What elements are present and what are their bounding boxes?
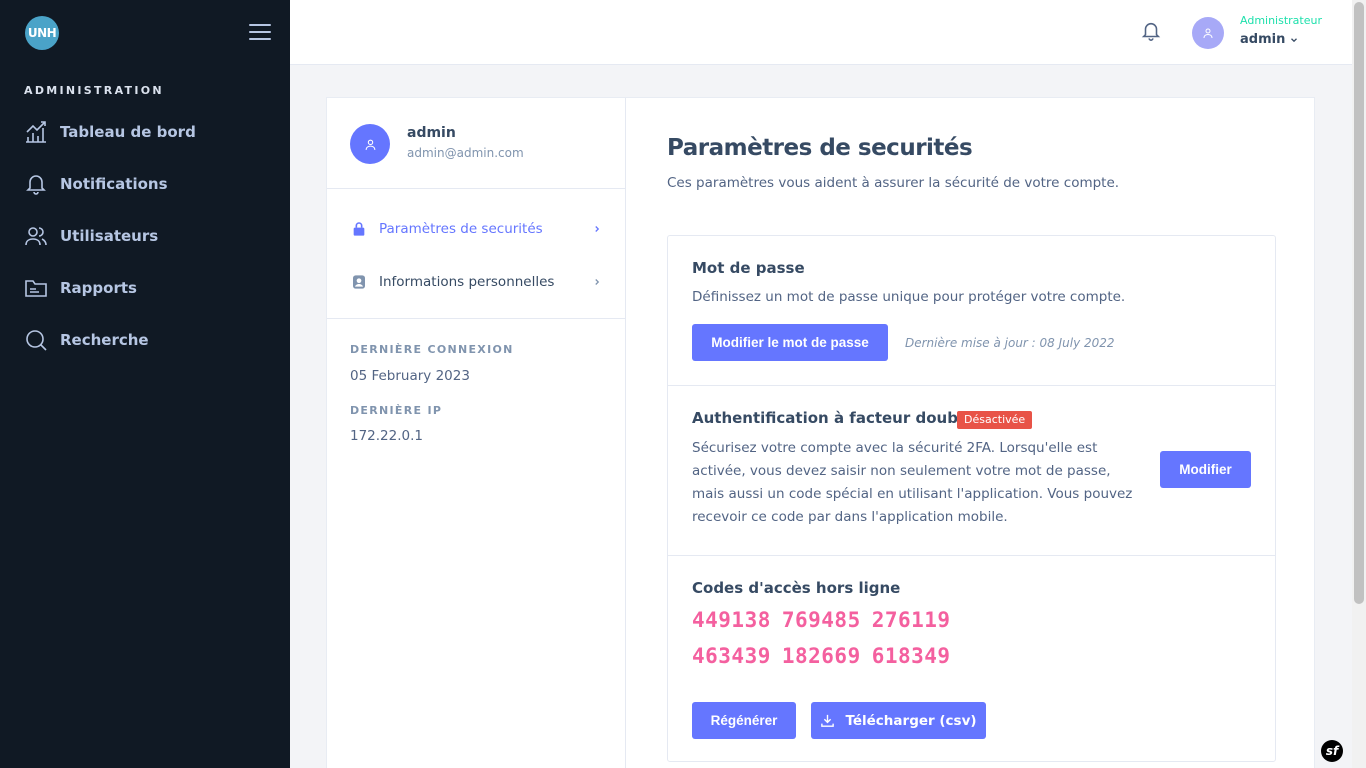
sidebar-item-search[interactable]: Recherche [0, 314, 290, 366]
divider [668, 385, 1275, 386]
last-login-title: DERNIÈRE CONNEXION [350, 343, 514, 356]
offline-code: 618349 [871, 644, 951, 668]
divider [327, 318, 626, 319]
chevron-right-icon [595, 278, 600, 285]
chart-bar-icon [26, 121, 46, 143]
menu-item-personal-info[interactable]: Informations personnelles [327, 255, 626, 308]
sidebar-nav: Tableau de bord Notifications Utilisateu… [0, 106, 290, 366]
download-csv-label: Télécharger (csv) [845, 712, 977, 729]
sidebar-item-reports[interactable]: Rapports [0, 262, 290, 314]
status-badge: Désactivée [957, 411, 1033, 429]
app-logo[interactable]: UNH [25, 16, 59, 50]
menu-toggle-icon[interactable] [249, 24, 271, 42]
page-title: Paramètres de securités [667, 135, 973, 161]
offline-codes-title: Codes d'accès hors ligne [692, 579, 901, 597]
sidebar-item-label: Utilisateurs [60, 227, 159, 245]
regenerate-button[interactable]: Régénérer [692, 702, 796, 739]
profile-name: admin [407, 125, 456, 141]
security-content: Paramètres de securités Ces paramètres v… [627, 98, 1315, 768]
sidebar: UNH ADMINISTRATION Tableau de bord Notif… [0, 0, 290, 768]
twofa-title: Authentification à facteur double [692, 409, 974, 427]
scrollbar-thumb[interactable] [1354, 2, 1364, 604]
search-icon [26, 330, 47, 351]
sidebar-item-dashboard[interactable]: Tableau de bord [0, 106, 290, 158]
profile-avatar [350, 124, 390, 164]
folder-icon [25, 280, 47, 297]
sidebar-item-label: Rapports [60, 279, 137, 297]
sidebar-item-notifications[interactable]: Notifications [0, 158, 290, 210]
sidebar-item-label: Notifications [60, 175, 168, 193]
top-header: Administrateur admin [290, 0, 1352, 65]
lock-icon [353, 221, 365, 236]
user-role: Administrateur [1240, 14, 1322, 27]
change-password-button[interactable]: Modifier le mot de passe [692, 324, 888, 361]
last-login-value: 05 February 2023 [350, 368, 470, 384]
password-title: Mot de passe [692, 259, 805, 277]
menu-item-security[interactable]: Paramètres de securités [327, 202, 626, 255]
symfony-toolbar-icon[interactable]: sf [1321, 740, 1343, 762]
user-card-icon [353, 274, 365, 289]
menu-item-label: Paramètres de securités [379, 220, 543, 237]
chevron-down-icon [1291, 37, 1298, 42]
security-card: admin admin@admin.com Paramètres de secu… [326, 97, 1315, 768]
offline-code: 182669 [781, 644, 861, 668]
offline-codes-row-1: 449138 769485 276119 [692, 608, 962, 632]
offline-codes-row-2: 463439 182669 618349 [692, 644, 962, 668]
sidebar-section-title: ADMINISTRATION [24, 84, 164, 97]
download-icon [821, 714, 835, 727]
download-csv-button[interactable]: Télécharger (csv) [811, 702, 986, 739]
chevron-right-icon [595, 225, 600, 232]
page-scrollbar[interactable] [1352, 0, 1366, 768]
sidebar-item-users[interactable]: Utilisateurs [0, 210, 290, 262]
profile-menu: Paramètres de securités Informations per… [327, 202, 626, 308]
last-ip-title: DERNIÈRE IP [350, 404, 443, 417]
security-settings-box: Mot de passe Définissez un mot de passe … [667, 235, 1276, 762]
divider [668, 555, 1275, 556]
modify-twofa-button[interactable]: Modifier [1160, 451, 1251, 488]
user-icon [1203, 28, 1213, 39]
profile-aside: admin admin@admin.com Paramètres de secu… [327, 98, 626, 768]
users-icon [25, 227, 47, 246]
sidebar-item-label: Recherche [60, 331, 149, 349]
offline-code: 449138 [692, 608, 771, 632]
menu-item-label: Informations personnelles [379, 273, 555, 290]
page-subtitle: Ces paramètres vous aident à assurer la … [667, 175, 1120, 191]
user-name: admin [1240, 32, 1286, 47]
user-icon [365, 139, 375, 150]
notification-bell-icon[interactable] [1140, 20, 1162, 42]
password-last-update: Dernière mise à jour : 08 July 2022 [905, 336, 1115, 350]
last-ip-value: 172.22.0.1 [350, 428, 423, 444]
sidebar-item-label: Tableau de bord [60, 123, 196, 141]
offline-code: 463439 [692, 644, 771, 668]
twofa-text: Sécurisez votre compte avec la sécurité … [692, 440, 1133, 525]
header-avatar[interactable] [1192, 17, 1224, 49]
bell-icon [26, 175, 46, 195]
offline-code: 769485 [781, 608, 861, 632]
user-dropdown[interactable]: admin [1240, 32, 1299, 47]
profile-email: admin@admin.com [407, 146, 524, 160]
password-text: Définissez un mot de passe unique pour p… [692, 289, 1126, 305]
divider [327, 188, 626, 189]
offline-code: 276119 [871, 608, 951, 632]
